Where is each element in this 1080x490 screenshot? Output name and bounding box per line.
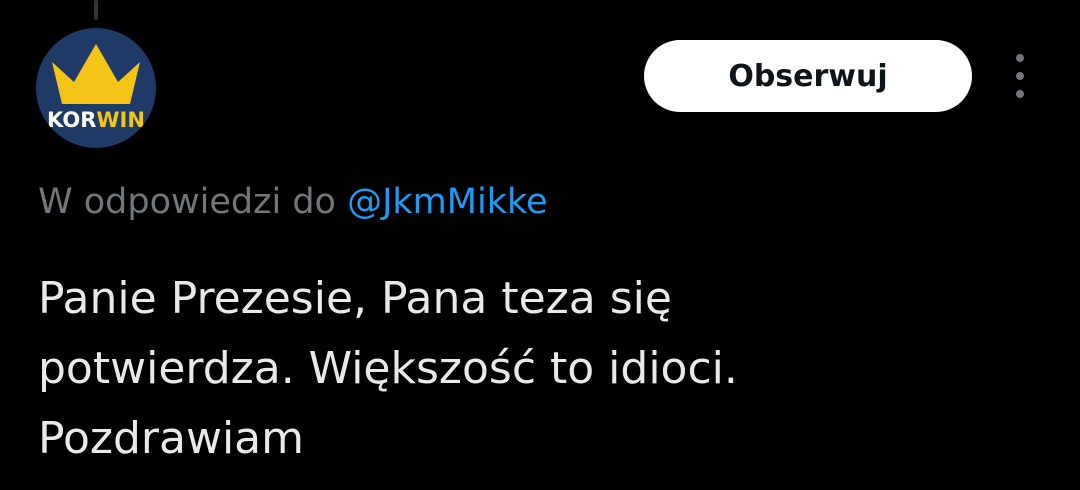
thread-connector-line	[94, 0, 98, 20]
reply-handle-link[interactable]: @JkmMikke	[347, 182, 547, 222]
tweet-text-line: Panie Prezesie, Pana teza się	[38, 273, 672, 324]
tweet-text-line: Pozdrawiam	[38, 413, 304, 464]
avatar[interactable]: KORWIN	[36, 28, 156, 148]
avatar-logo-text: KORWIN	[36, 108, 156, 132]
more-vertical-icon	[1016, 54, 1024, 62]
tweet-body: Panie Prezesie, Pana teza się potwierdza…	[38, 264, 1038, 474]
reply-prefix: W odpowiedzi do	[38, 182, 336, 222]
follow-button[interactable]: Obserwuj	[644, 40, 972, 112]
reply-context: W odpowiedzi do @JkmMikke	[38, 182, 548, 222]
tweet-text-line: potwierdza. Większość to idioci.	[38, 343, 738, 394]
avatar-logo-text-accent: WIN	[96, 108, 145, 132]
avatar-logo-text-main: KOR	[47, 108, 97, 132]
more-vertical-icon-dot	[1016, 72, 1024, 80]
more-options-button[interactable]	[1000, 54, 1040, 98]
crown-shape	[52, 44, 140, 104]
more-vertical-icon-dot	[1016, 90, 1024, 98]
